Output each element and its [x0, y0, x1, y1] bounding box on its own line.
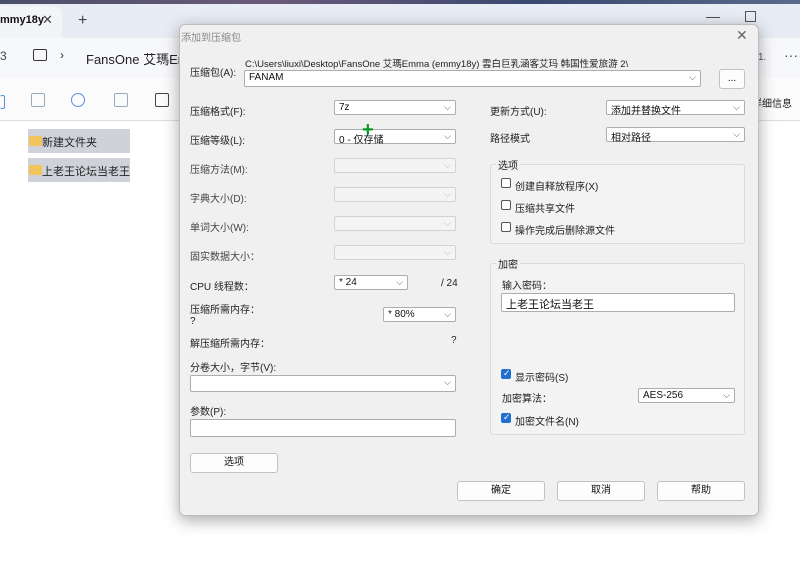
archive-label: 压缩包(A):	[190, 68, 237, 79]
dialog-title: 添加到压缩包	[181, 33, 241, 44]
chevron-down-icon: ⌵	[444, 102, 451, 112]
minimize-icon[interactable]: —	[706, 8, 720, 24]
archive-name-value: FANAM	[249, 72, 284, 83]
shared-label: 压缩共享文件	[515, 204, 575, 215]
mem-select[interactable]: * 80% ⌵	[383, 307, 456, 322]
word-select[interactable]: ⌵	[334, 216, 456, 231]
update-select[interactable]: 添加并替换文件 ⌵	[606, 100, 745, 117]
password-label: 输入密码：	[502, 281, 552, 292]
show-password-label: 显示密码(S)	[515, 373, 569, 384]
volume-label: 分卷大小，字节(V):	[190, 363, 277, 374]
cpu-label: CPU 线程数：	[190, 282, 254, 293]
browse-button[interactable]: ...	[719, 69, 745, 89]
encrypt-names-checkbox[interactable]	[501, 412, 511, 423]
algorithm-label: 加密算法：	[502, 394, 552, 405]
add-tab-icon[interactable]: +	[78, 12, 87, 30]
chevron-down-icon: ⌵	[444, 377, 451, 387]
password-input[interactable]: 上老王论坛当老王	[501, 293, 735, 312]
chevron-down-icon: ⌵	[723, 390, 730, 400]
sfx-checkbox[interactable]	[501, 178, 511, 188]
cancel-button[interactable]: 取消	[557, 481, 645, 501]
path-mode-value: 相对路径	[611, 133, 651, 144]
options-button[interactable]: 选项	[190, 453, 278, 473]
delete-icon[interactable]	[155, 93, 169, 107]
nav-refresh-icon[interactable]: 3	[0, 49, 7, 63]
folder-icon	[29, 165, 42, 175]
show-password-checkbox[interactable]	[501, 368, 511, 379]
mem-label: 压缩所需内存：	[190, 305, 260, 316]
sfx-label: 创建自释放程序(X)	[515, 182, 599, 193]
path-mode-select[interactable]: 相对路径 ⌵	[606, 127, 745, 144]
update-value: 添加并替换文件	[611, 106, 681, 117]
dmem-value-unknown: ?	[451, 335, 457, 346]
encrypt-names-label: 加密文件名(N)	[515, 417, 579, 428]
shared-checkbox[interactable]	[501, 200, 511, 210]
algorithm-select[interactable]: AES-256 ⌵	[638, 388, 735, 403]
share-icon[interactable]	[114, 93, 128, 107]
format-label: 压缩格式(F):	[190, 107, 246, 118]
cpu-total: / 24	[441, 278, 458, 289]
archive-name-combo[interactable]: FANAM ⌵	[244, 70, 701, 87]
dict-label: 字典大小(D):	[190, 194, 247, 205]
dmem-label: 解压缩所需内存：	[190, 339, 270, 350]
close-icon[interactable]: ✕	[42, 12, 53, 28]
ok-button[interactable]: 确定	[457, 481, 545, 501]
params-input[interactable]	[190, 419, 456, 437]
chevron-down-icon: ⌵	[444, 218, 451, 228]
address-right-text: 1.	[758, 52, 767, 63]
computer-icon	[33, 49, 47, 61]
copy-icon[interactable]	[31, 93, 45, 107]
chevron-down-icon: ⌵	[444, 160, 451, 170]
password-value: 上老王论坛当老王	[506, 299, 594, 311]
chevron-down-icon: ⌵	[733, 129, 740, 139]
level-label: 压缩等级(L):	[190, 136, 245, 147]
chevron-down-icon: ⌵	[689, 72, 696, 82]
more-icon[interactable]: ···	[784, 47, 798, 63]
file-name: 新建文件夹	[42, 137, 97, 149]
path-mode-label: 路径模式	[490, 134, 530, 145]
encryption-group-title: 加密	[496, 256, 520, 271]
chevron-down-icon: ⌵	[396, 277, 403, 287]
archive-path: C:\Users\liuxi\Desktop\FansOne 艾瑪Emma (e…	[245, 59, 629, 70]
method-select[interactable]: ⌵	[334, 158, 456, 173]
dict-select[interactable]: ⌵	[334, 187, 456, 202]
solid-label: 固实数据大小：	[190, 252, 260, 263]
algorithm-value: AES-256	[643, 390, 684, 401]
cut-icon[interactable]	[0, 95, 5, 109]
explorer-tab-label: mmy18y	[0, 14, 45, 26]
cpu-value: * 24	[339, 277, 357, 288]
delete-source-checkbox[interactable]	[501, 222, 511, 232]
volume-select[interactable]: ⌵	[190, 375, 456, 392]
chevron-down-icon: ⌵	[444, 247, 451, 257]
format-select[interactable]: 7z ⌵	[334, 100, 456, 115]
method-label: 压缩方法(M):	[190, 165, 248, 176]
maximize-icon[interactable]	[745, 11, 756, 22]
delete-source-label: 操作完成后删除源文件	[515, 226, 615, 237]
params-label: 参数(P):	[190, 407, 227, 418]
cpu-select[interactable]: * 24 ⌵	[334, 275, 408, 290]
address-path[interactable]: FansOne 艾瑪Em	[86, 49, 189, 68]
level-select[interactable]: 0 - 仅存储 ⌵	[334, 129, 456, 146]
crosshair-cursor-icon: +	[362, 119, 374, 141]
help-button[interactable]: 帮助	[657, 481, 745, 501]
options-group-title: 选项	[496, 157, 520, 172]
update-label: 更新方式(U):	[490, 107, 547, 118]
mem-value: * 80%	[388, 309, 415, 320]
solid-select[interactable]: ⌵	[334, 245, 456, 260]
chevron-down-icon: ⌵	[444, 189, 451, 199]
file-name: 上老王论坛当老王	[42, 166, 130, 178]
mem-value-unknown: ?	[190, 316, 196, 327]
close-icon[interactable]: ✕	[736, 27, 748, 44]
folder-icon	[29, 136, 42, 146]
chevron-down-icon: ⌵	[444, 131, 451, 141]
word-label: 单词大小(W):	[190, 223, 249, 234]
chevron-down-icon: ⌵	[444, 309, 451, 319]
rename-icon[interactable]	[71, 93, 85, 107]
format-value: 7z	[339, 102, 350, 113]
chevron-right-icon: ›	[60, 48, 64, 62]
chevron-down-icon: ⌵	[733, 102, 740, 112]
